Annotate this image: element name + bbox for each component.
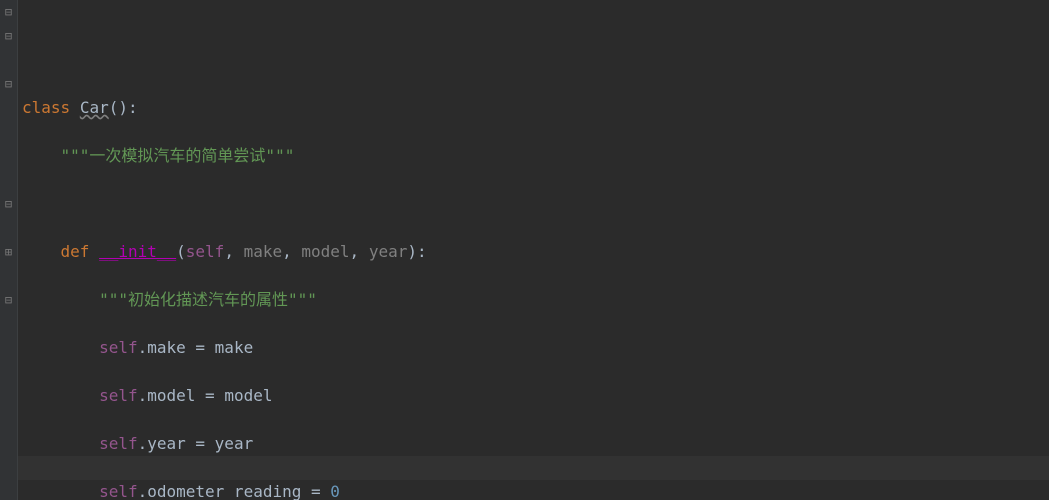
fold-marker[interactable]: ⊟ [0, 24, 17, 48]
fold-marker[interactable]: ⊟ [0, 0, 17, 24]
code-line[interactable]: self.odometer_reading = 0 [22, 480, 1049, 500]
fold-marker[interactable]: ⊟ [0, 192, 17, 216]
code-line[interactable] [22, 192, 1049, 216]
fold-marker[interactable]: ⊟ [0, 72, 17, 96]
code-area[interactable]: class Car(): """一次模拟汽车的简单尝试""" def __ini… [18, 0, 1049, 500]
code-line[interactable]: class Car(): [22, 96, 1049, 120]
code-line[interactable]: self.make = make [22, 336, 1049, 360]
fold-gutter: ⊟ ⊟ ⊟ ⊟ ⊞ ⊟ [0, 0, 18, 500]
fold-marker[interactable]: ⊟ [0, 288, 17, 312]
code-editor[interactable]: ⊟ ⊟ ⊟ ⊟ ⊞ ⊟ class Car(): """一次模拟汽车的简单尝试"… [0, 0, 1049, 500]
fold-marker[interactable]: ⊞ [0, 240, 17, 264]
code-line[interactable]: def __init__(self, make, model, year): [22, 240, 1049, 264]
code-line[interactable]: self.year = year [22, 432, 1049, 456]
code-line[interactable]: """初始化描述汽车的属性""" [22, 288, 1049, 312]
code-line[interactable]: """一次模拟汽车的简单尝试""" [22, 144, 1049, 168]
code-line[interactable]: self.model = model [22, 384, 1049, 408]
